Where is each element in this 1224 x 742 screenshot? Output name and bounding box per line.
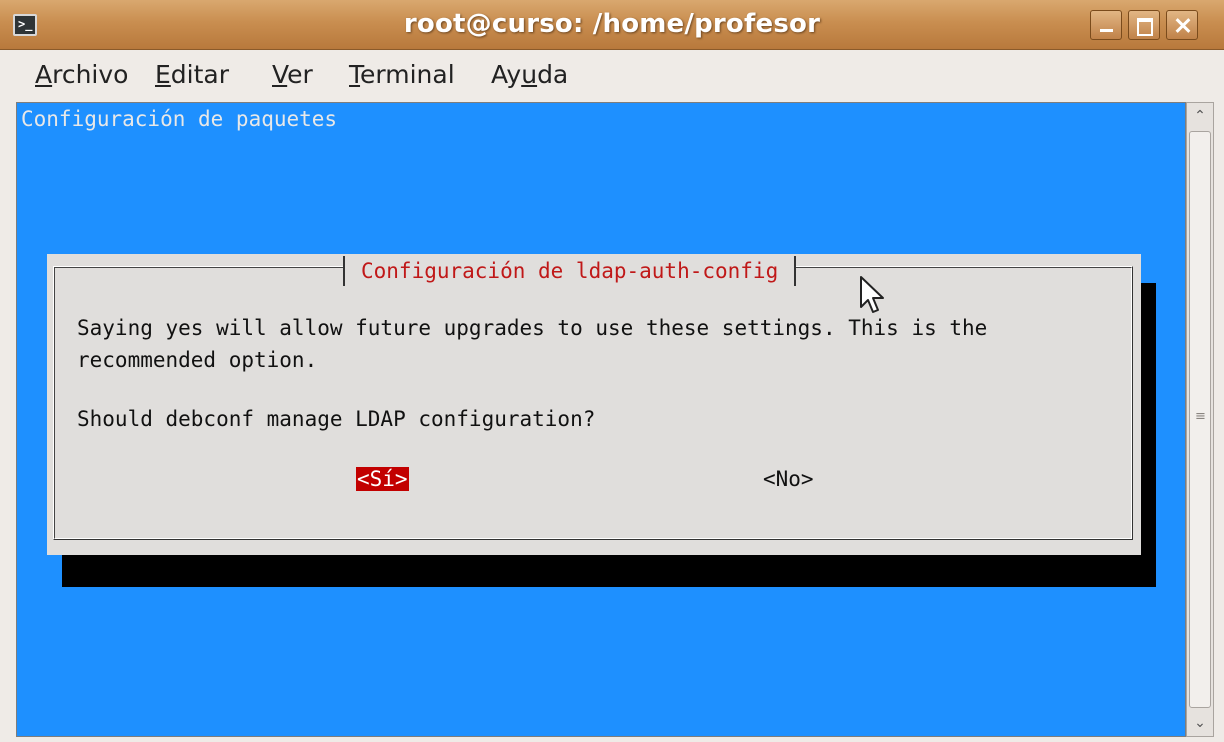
menu-ayuda[interactable]: Ayuda bbox=[491, 60, 568, 89]
close-icon bbox=[1167, 11, 1197, 39]
config-dialog: Configuración de ldap-auth-config Saying… bbox=[47, 254, 1141, 555]
yes-button[interactable]: <Sí> bbox=[356, 467, 409, 491]
close-button[interactable] bbox=[1166, 10, 1198, 40]
minimize-icon bbox=[1091, 11, 1121, 39]
scrollbar-thumb[interactable]: ≡ bbox=[1189, 131, 1211, 708]
no-button[interactable]: <No> bbox=[763, 467, 814, 491]
dialog-question: Should debconf manage LDAP configuration… bbox=[77, 407, 596, 431]
menu-label: Archivo bbox=[35, 60, 129, 89]
menu-label: Editar bbox=[155, 60, 230, 89]
menu-editar[interactable]: Editar bbox=[155, 60, 229, 89]
window-title: root@curso: /home/profesor bbox=[403, 9, 821, 39]
dialog-title-box: Configuración de ldap-auth-config bbox=[343, 256, 797, 286]
vertical-scrollbar[interactable]: ⌃ ≡ ⌄ bbox=[1186, 102, 1214, 737]
menu-terminal[interactable]: Terminal bbox=[349, 60, 455, 89]
menu-label: Ayuda bbox=[491, 60, 569, 89]
minimize-button[interactable] bbox=[1090, 10, 1122, 40]
package-config-header: Configuración de paquetes bbox=[21, 107, 338, 131]
mouse-pointer-icon bbox=[860, 276, 884, 313]
menu-label: Terminal bbox=[349, 60, 455, 89]
menu-bar: Archivo Editar Ver Terminal Ayuda bbox=[0, 50, 1224, 102]
maximize-icon bbox=[1129, 11, 1159, 39]
dialog-title: Configuración de ldap-auth-config bbox=[361, 259, 779, 283]
maximize-button[interactable] bbox=[1128, 10, 1160, 40]
terminal-screen[interactable]: Configuración de paquetes Configuración … bbox=[16, 102, 1186, 737]
dialog-message-line1: Saying yes will allow future upgrades to… bbox=[77, 316, 988, 340]
dialog-message-line2: recommended option. bbox=[77, 348, 318, 372]
menu-archivo[interactable]: Archivo bbox=[35, 60, 128, 89]
title-bar[interactable]: >_ root@curso: /home/profesor bbox=[0, 0, 1224, 50]
chevron-up-icon[interactable]: ⌃ bbox=[1187, 103, 1213, 129]
chevron-down-icon[interactable]: ⌄ bbox=[1187, 710, 1213, 736]
grip-icon: ≡ bbox=[1195, 409, 1206, 424]
dialog-frame: Configuración de ldap-auth-config bbox=[53, 256, 1133, 540]
menu-ver[interactable]: Ver bbox=[272, 60, 313, 89]
menu-label: Ver bbox=[272, 60, 313, 89]
